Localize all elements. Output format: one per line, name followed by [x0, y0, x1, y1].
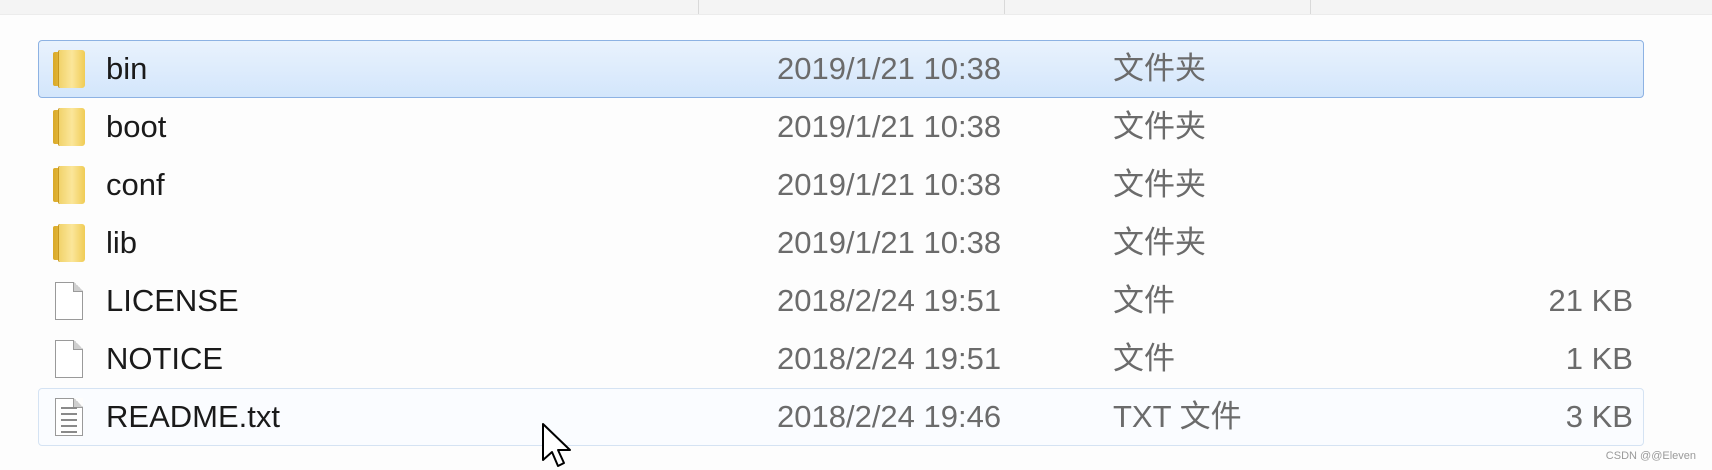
file-icon — [51, 282, 87, 320]
file-date-modified: 2019/1/21 10:38 — [777, 109, 1002, 144]
file-size: 1 KB — [1565, 341, 1633, 376]
file-name: README.txt — [106, 399, 280, 434]
folder-icon — [51, 50, 87, 88]
file-row[interactable]: bin 2019/1/21 10:38 文件夹 — [38, 40, 1644, 98]
file-row[interactable]: LICENSE 2018/2/24 19:51 文件 21 KB — [38, 272, 1644, 330]
mouse-cursor-icon — [542, 423, 571, 467]
file-row[interactable]: conf 2019/1/21 10:38 文件夹 — [38, 156, 1644, 214]
header-divider[interactable] — [1310, 0, 1311, 14]
file-date-modified: 2019/1/21 10:38 — [777, 167, 1002, 202]
column-header — [0, 0, 1712, 15]
file-type: 文件夹 — [1113, 109, 1206, 144]
file-list: bin 2019/1/21 10:38 文件夹 boot 2019/1/21 10:38… — [38, 40, 1644, 446]
file-row[interactable]: lib 2019/1/21 10:38 文件夹 — [38, 214, 1644, 272]
file-name: lib — [106, 225, 138, 260]
file-type: 文件夹 — [1113, 51, 1206, 86]
file-type: 文件夹 — [1113, 225, 1206, 260]
file-explorer: bin 2019/1/21 10:38 文件夹 boot 2019/1/21 10:38… — [0, 0, 1712, 470]
watermark: CSDN @@Eleven — [1605, 450, 1696, 462]
file-date-modified: 2019/1/21 10:38 — [777, 225, 1002, 260]
header-divider[interactable] — [1004, 0, 1005, 14]
header-divider[interactable] — [698, 0, 699, 14]
file-name: conf — [106, 167, 165, 202]
file-type: 文件 — [1113, 341, 1175, 376]
file-name: LICENSE — [106, 283, 239, 318]
file-name: bin — [106, 51, 148, 86]
file-type: 文件 — [1113, 283, 1175, 318]
file-row[interactable]: NOTICE 2018/2/24 19:51 文件 1 KB — [38, 330, 1644, 388]
text-file-icon — [51, 398, 87, 436]
file-type: 文件夹 — [1113, 167, 1206, 202]
file-row[interactable]: boot 2019/1/21 10:38 文件夹 — [38, 98, 1644, 156]
file-date-modified: 2019/1/21 10:38 — [777, 51, 1002, 86]
file-date-modified: 2018/2/24 19:51 — [777, 341, 1002, 376]
folder-icon — [51, 224, 87, 262]
file-size: 3 KB — [1565, 399, 1633, 434]
file-row[interactable]: README.txt 2018/2/24 19:46 TXT 文件 3 KB — [38, 388, 1644, 446]
file-date-modified: 2018/2/24 19:51 — [777, 283, 1002, 318]
file-name: boot — [106, 109, 167, 144]
file-type: TXT 文件 — [1113, 399, 1242, 434]
file-size: 21 KB — [1548, 283, 1633, 318]
file-icon — [51, 340, 87, 378]
file-date-modified: 2018/2/24 19:46 — [777, 399, 1002, 434]
file-name: NOTICE — [106, 341, 224, 376]
folder-icon — [51, 108, 87, 146]
folder-icon — [51, 166, 87, 204]
